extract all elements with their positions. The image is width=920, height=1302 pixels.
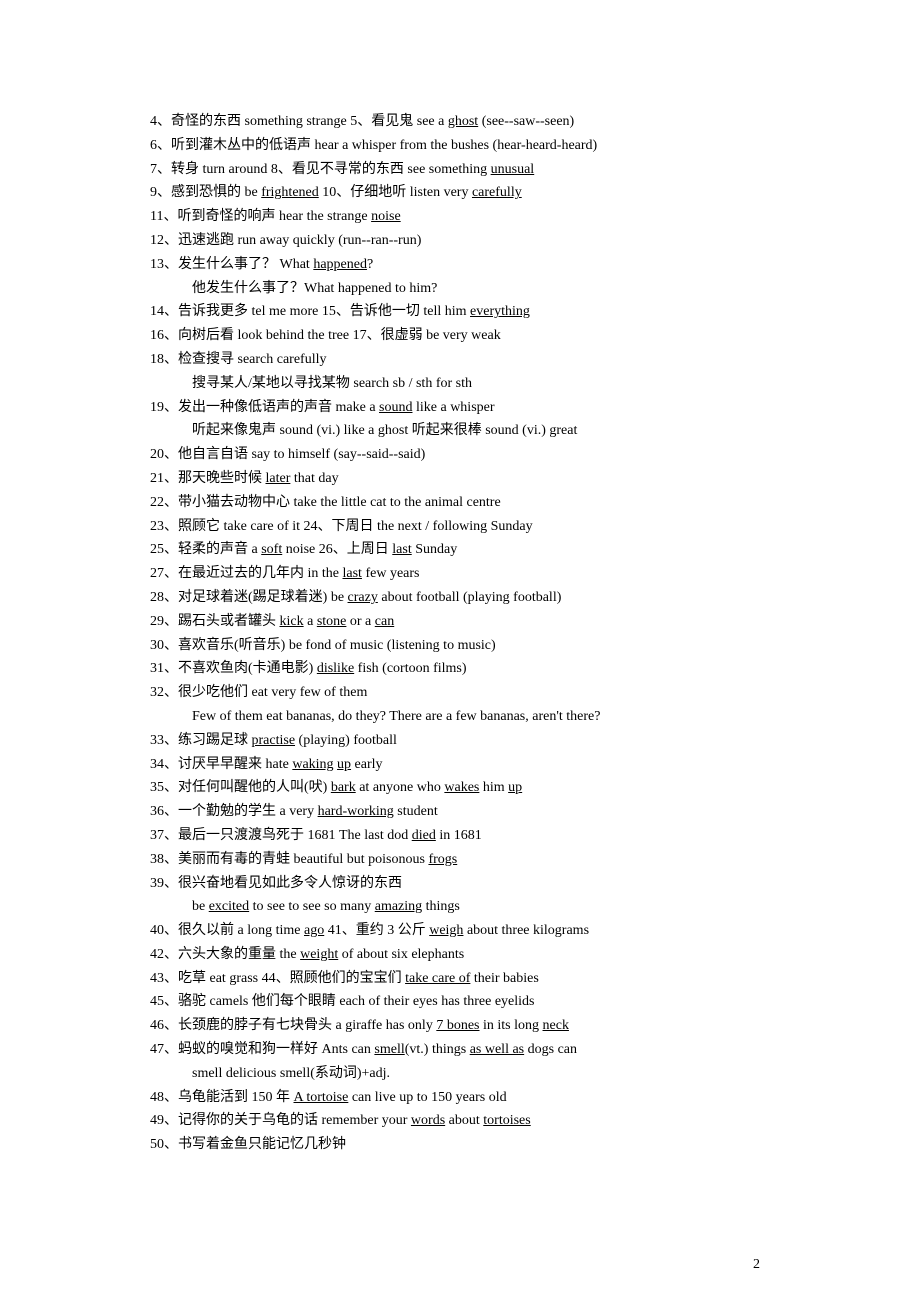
vocab-entry: 6、听到灌木丛中的低语声 hear a whisper from the bus…	[150, 134, 770, 158]
vocab-entry: 11、听到奇怪的响声 hear the strange noise	[150, 205, 770, 229]
vocab-entry: 50、书写着金鱼只能记忆几秒钟	[150, 1133, 770, 1157]
vocab-entry: 14、告诉我更多 tel me more 15、告诉他一切 tell him e…	[150, 300, 770, 324]
vocab-entry: 7、转身 turn around 8、看见不寻常的东西 see somethin…	[150, 158, 770, 182]
vocab-entry: 19、发出一种像低语声的声音 make a sound like a whisp…	[150, 396, 770, 420]
vocab-entry: 28、对足球着迷(踢足球着迷) be crazy about football …	[150, 586, 770, 610]
document-page: 4、奇怪的东西 something strange 5、看见鬼 see a gh…	[0, 0, 920, 1217]
vocab-subline: 听起来像鬼声 sound (vi.) like a ghost 听起来很棒 so…	[150, 419, 770, 443]
vocab-entry: 27、在最近过去的几年内 in the last few years	[150, 562, 770, 586]
page-number: 2	[0, 1217, 920, 1273]
vocab-entry: 13、发生什么事了？ What happened?	[150, 253, 770, 277]
vocab-subline: smell delicious smell(系动词)+adj.	[150, 1062, 770, 1086]
vocab-entry: 12、迅速逃跑 run away quickly (run--ran--run)	[150, 229, 770, 253]
vocab-entry: 36、一个勤勉的学生 a very hard-working student	[150, 800, 770, 824]
vocab-entry: 35、对任何叫醒他的人叫(吠) bark at anyone who wakes…	[150, 776, 770, 800]
vocab-entry: 46、长颈鹿的脖子有七块骨头 a giraffe has only 7 bone…	[150, 1014, 770, 1038]
vocab-entry: 49、记得你的关于乌龟的话 remember your words about …	[150, 1109, 770, 1133]
vocab-entry: 25、轻柔的声音 a soft noise 26、上周日 last Sunday	[150, 538, 770, 562]
vocab-entry: 16、向树后看 look behind the tree 17、很虚弱 be v…	[150, 324, 770, 348]
vocab-entry: 9、感到恐惧的 be frightened 10、仔细地听 listen ver…	[150, 181, 770, 205]
vocab-entry: 43、吃草 eat grass 44、照顾他们的宝宝们 take care of…	[150, 967, 770, 991]
vocab-entry: 22、带小猫去动物中心 take the little cat to the a…	[150, 491, 770, 515]
vocab-entry: 30、喜欢音乐(听音乐) be fond of music (listening…	[150, 634, 770, 658]
vocab-subline: 他发生什么事了？What happened to him?	[150, 277, 770, 301]
vocab-entry: 47、蚂蚁的嗅觉和狗一样好 Ants can smell(vt.) things…	[150, 1038, 770, 1062]
vocab-entry: 39、很兴奋地看见如此多令人惊讶的东西	[150, 872, 770, 896]
vocab-entry: 38、美丽而有毒的青蛙 beautiful but poisonous frog…	[150, 848, 770, 872]
vocab-entry: 21、那天晚些时候 later that day	[150, 467, 770, 491]
vocab-subline: be excited to see to see so many amazing…	[150, 895, 770, 919]
vocab-entry: 48、乌龟能活到 150 年 A tortoise can live up to…	[150, 1086, 770, 1110]
vocab-entry: 31、不喜欢鱼肉(卡通电影) dislike fish (cortoon fil…	[150, 657, 770, 681]
vocab-entry: 37、最后一只渡渡鸟死于 1681 The last dod died in 1…	[150, 824, 770, 848]
vocab-entry: 45、骆驼 camels 他们每个眼睛 each of their eyes h…	[150, 990, 770, 1014]
vocab-entry: 4、奇怪的东西 something strange 5、看见鬼 see a gh…	[150, 110, 770, 134]
vocab-entry: 23、照顾它 take care of it 24、下周日 the next /…	[150, 515, 770, 539]
vocab-entry: 32、很少吃他们 eat very few of them	[150, 681, 770, 705]
vocab-entry: 33、练习踢足球 practise (playing) football	[150, 729, 770, 753]
vocab-entry: 18、检查搜寻 search carefully	[150, 348, 770, 372]
vocab-entry: 40、很久以前 a long time ago 41、重约 3 公斤 weigh…	[150, 919, 770, 943]
vocab-entry: 42、六头大象的重量 the weight of about six eleph…	[150, 943, 770, 967]
vocab-subline: 搜寻某人/某地以寻找某物 search sb / sth for sth	[150, 372, 770, 396]
vocab-subline: Few of them eat bananas, do they? There …	[150, 705, 770, 729]
vocab-entry: 20、他自言自语 say to himself (say--said--said…	[150, 443, 770, 467]
vocab-entry: 29、踢石头或者罐头 kick a stone or a can	[150, 610, 770, 634]
vocab-entry: 34、讨厌早早醒来 hate waking up early	[150, 753, 770, 777]
